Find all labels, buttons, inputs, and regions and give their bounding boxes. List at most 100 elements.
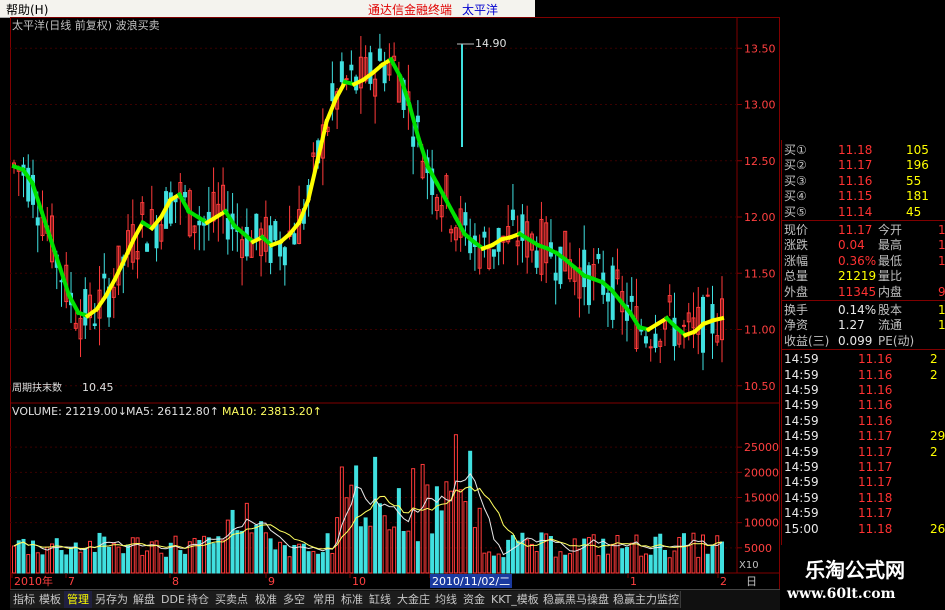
- candle-body: [244, 226, 249, 257]
- stat-value: 1: [938, 253, 945, 268]
- volume-bar: [59, 550, 64, 574]
- tab-17[interactable]: 稳赢黑马操盘: [540, 591, 611, 608]
- finance-value: 0.14%: [838, 303, 877, 317]
- volume-bar: [311, 550, 316, 574]
- title-bar: 帮助(H) 通达信金融终端 太平洋: [0, 0, 535, 18]
- bid-price: 11.18: [838, 143, 873, 157]
- volume-bar: [35, 552, 40, 574]
- stat-row: 涨跌 0.04 最高 1: [782, 237, 945, 253]
- tick-price: 11.17: [858, 475, 893, 490]
- tab-16[interactable]: KKT_模板: [488, 591, 541, 608]
- candle-body: [605, 292, 610, 302]
- stat-value: 0.36%: [838, 253, 877, 268]
- tab-10[interactable]: 常用: [310, 591, 339, 608]
- tab-9[interactable]: 多空: [280, 591, 311, 608]
- tab-12[interactable]: 缸线: [366, 591, 395, 608]
- tab-7[interactable]: 买卖点: [212, 591, 253, 608]
- tick-time: 14:59: [784, 506, 819, 521]
- tab-4[interactable]: 解盘: [130, 591, 159, 608]
- bid-level-label: 买④: [784, 189, 807, 204]
- tick-time: 14:59: [784, 429, 819, 444]
- volume-bar: [534, 551, 539, 574]
- tab-8[interactable]: 极准: [252, 591, 281, 608]
- volume-bar: [349, 484, 354, 574]
- tick-volume: 2: [930, 352, 938, 367]
- stat-label: 最低: [878, 253, 903, 268]
- tick-time: 14:59: [784, 367, 819, 382]
- tick-price: 11.17: [858, 429, 893, 444]
- volume-bar: [401, 530, 406, 574]
- volume-bar: [88, 540, 93, 574]
- tick-row: 14:59 11.17: [782, 505, 945, 521]
- tab-11[interactable]: 标准: [338, 591, 367, 608]
- bid-price: 11.15: [838, 189, 873, 204]
- tab-6[interactable]: 持仓: [184, 591, 213, 608]
- volume-bar: [520, 532, 525, 574]
- tab-0[interactable]: 指标: [10, 591, 37, 608]
- volume-bar: [624, 546, 629, 574]
- tab-1[interactable]: 模板: [36, 591, 65, 608]
- volume-bar: [192, 537, 197, 574]
- price-tick-label: 10.50: [744, 380, 776, 393]
- kline-chart-svg[interactable]: 太平洋(日线 前复权) 波浪买卖 14.90 周期扶末数 10.45 13.50…: [10, 17, 780, 590]
- volume-bar: [472, 527, 477, 574]
- volume-bar: [259, 521, 264, 574]
- volume-bar: [130, 537, 135, 574]
- panel-separator: [782, 220, 945, 221]
- volume-bar: [373, 456, 378, 574]
- tab-2[interactable]: 管理: [64, 591, 93, 608]
- price-tick-label: 12.50: [744, 155, 776, 168]
- bid-row: 买⑤ 11.14 45: [782, 204, 945, 220]
- tab-3[interactable]: 另存为: [92, 591, 131, 608]
- bid-price: 11.14: [838, 204, 873, 219]
- chart-header: 太平洋(日线 前复权) 波浪买卖: [12, 18, 160, 32]
- candle-body: [92, 323, 97, 327]
- candle-body: [705, 294, 710, 297]
- tick-price: 11.16: [858, 413, 893, 428]
- finance-label: 换手: [784, 303, 809, 317]
- bid-row: 买① 11.18 105: [782, 142, 945, 158]
- volume-bar: [468, 450, 473, 574]
- candle-body: [653, 333, 658, 348]
- finance-label: 股本: [878, 303, 903, 317]
- volume-bar: [420, 463, 425, 574]
- tab-13[interactable]: 大金庄: [394, 591, 433, 608]
- candle-body: [415, 115, 420, 123]
- volume-bar: [69, 547, 74, 574]
- volume-bar: [672, 550, 677, 574]
- volume-bar: [107, 546, 112, 574]
- tab-5[interactable]: DDE: [158, 591, 185, 608]
- volume-bar: [306, 551, 311, 574]
- app-brand: 通达信金融终端: [368, 3, 453, 17]
- candle-body: [225, 217, 230, 240]
- volume-tick-label: 10000: [744, 517, 779, 530]
- volume-bar: [572, 538, 577, 574]
- volume-bar: [548, 536, 553, 574]
- candle-body: [292, 233, 297, 245]
- volume-bar: [121, 553, 126, 574]
- candle-body: [463, 212, 468, 226]
- volume-bar: [639, 555, 644, 574]
- tab-14[interactable]: 均线: [432, 591, 461, 608]
- tick-time: 14:59: [784, 352, 819, 367]
- candle-body: [273, 221, 278, 241]
- chart-area[interactable]: 太平洋(日线 前复权) 波浪买卖 14.90 周期扶末数 10.45 13.50…: [10, 17, 780, 590]
- volume-bar: [325, 533, 330, 574]
- volume-bar: [577, 548, 582, 574]
- wave-rise-segment: [121, 236, 137, 263]
- volume-bar: [387, 529, 392, 574]
- menu-help[interactable]: 帮助(H): [6, 1, 48, 18]
- wave-fall-segment: [416, 135, 431, 169]
- tab-18[interactable]: 稳赢主力监控: [610, 591, 681, 608]
- volume-bar: [140, 554, 145, 574]
- stat-label: 量比: [878, 269, 903, 284]
- tick-volume: 26: [930, 521, 945, 536]
- stock-name: 太平洋: [462, 3, 499, 17]
- candle-body: [102, 273, 107, 279]
- volume-unit: X10: [739, 560, 759, 571]
- wave-rise-segment: [130, 219, 146, 243]
- tab-15[interactable]: 资金: [460, 591, 489, 608]
- candle-body: [368, 52, 373, 84]
- bid-level-label: 买②: [784, 158, 807, 173]
- volume-bar: [696, 556, 701, 574]
